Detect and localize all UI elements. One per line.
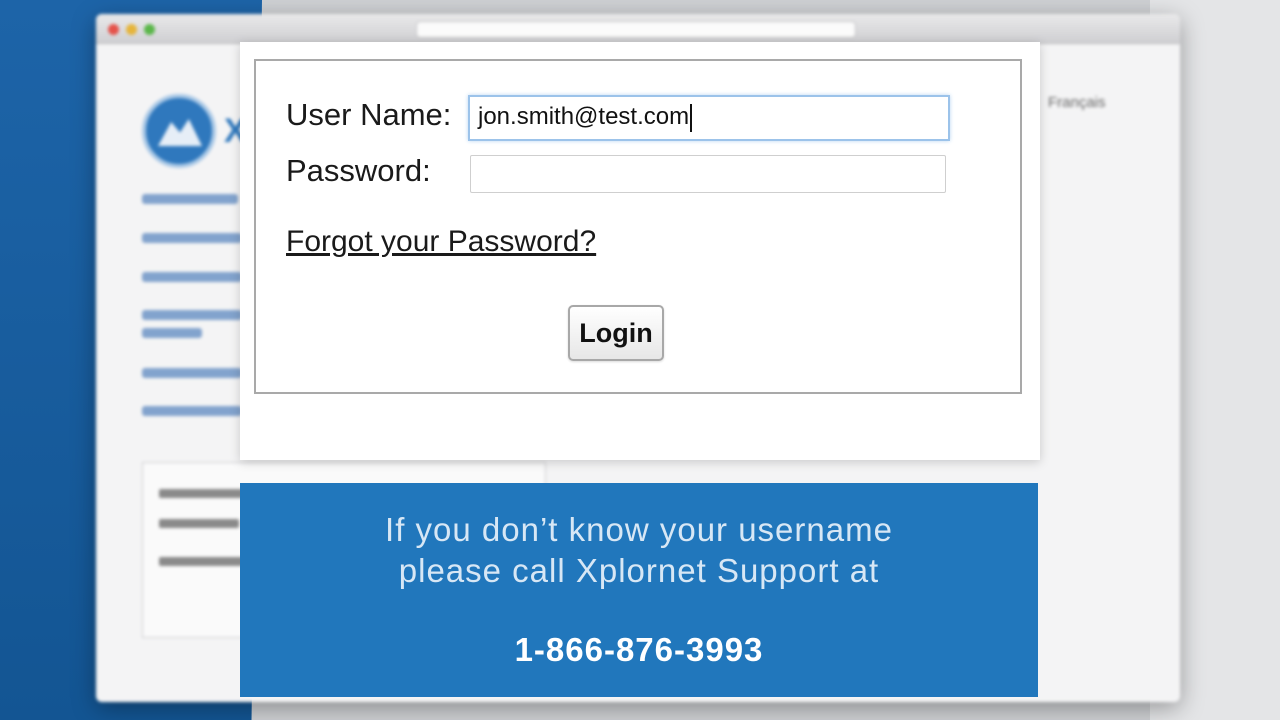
login-button[interactable]: Login [568,305,664,361]
blurred-text-line [142,406,242,416]
xplornet-logo-icon [142,94,216,168]
minimize-window-icon[interactable] [126,24,137,35]
blurred-text-line [142,328,202,338]
blurred-text-line [142,233,242,243]
text-caret [690,103,693,132]
window-titlebar [96,14,1180,44]
blurred-text-line [142,368,242,378]
blurred-text-line [142,272,242,282]
username-label: User Name: [286,97,452,132]
blurred-text-line [142,194,238,204]
support-message-line1: If you don’t know your username [385,511,893,548]
password-field[interactable] [470,155,946,193]
maximize-window-icon[interactable] [144,24,155,35]
blurred-text-line [159,489,249,498]
support-phone-number: 1-866-876-3993 [514,631,764,668]
support-banner: If you don’t know your username please c… [240,483,1038,697]
username-value: jon.smith@test.com [478,103,690,130]
forgot-password-link[interactable]: Forgot your Password? [286,225,596,259]
blurred-text-line [159,519,239,528]
username-field[interactable]: jon.smith@test.com [468,95,950,141]
password-label: Password: [286,153,431,188]
login-form: User Name: jon.smith@test.com Password: … [254,59,1022,394]
login-dialog: User Name: jon.smith@test.com Password: … [240,42,1040,460]
close-window-icon[interactable] [108,24,119,35]
language-link[interactable]: Français [1048,94,1106,111]
blurred-text-line [159,557,249,566]
blurred-text-line [142,310,242,320]
address-bar[interactable] [416,21,856,38]
support-message-line2: please call Xplornet Support at [398,552,880,589]
